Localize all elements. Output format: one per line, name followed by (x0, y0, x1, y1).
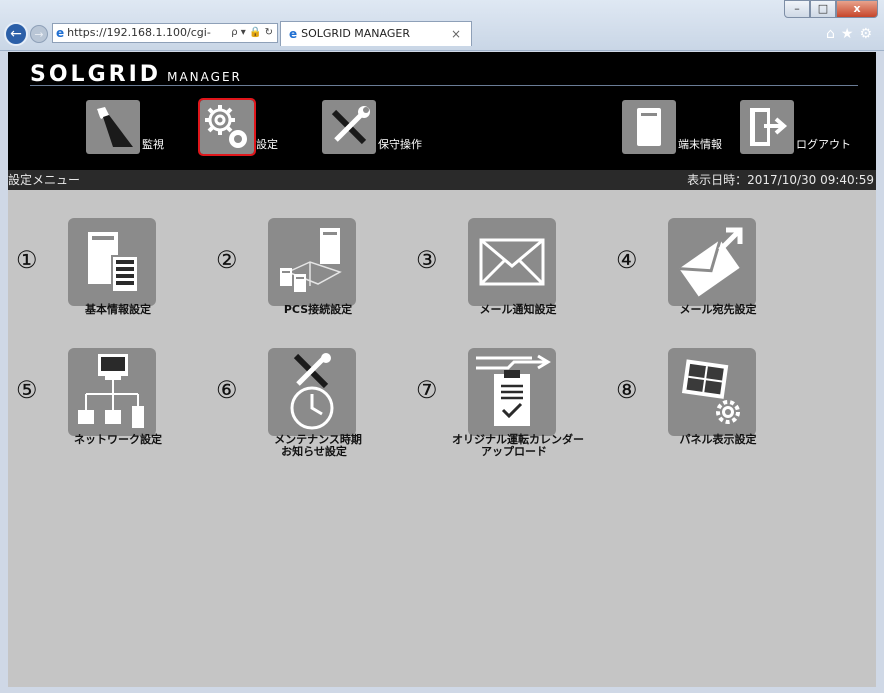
arrow-right-icon: → (34, 27, 44, 41)
logo-main: SOLGRID (30, 62, 162, 87)
tab-title: SOLGRID MANAGER (301, 27, 410, 40)
nav-terminal-info[interactable]: 端末情報 (622, 100, 722, 154)
nav-settings-label: 設定 (256, 138, 278, 151)
browser-home-favorites-tools-icons[interactable]: ⌂★⚙ (826, 26, 878, 42)
menu-label: PCS接続設定 (216, 304, 412, 316)
menu-label-line2: お知らせ設定 (281, 445, 347, 458)
menu-number: ⑥ (216, 376, 238, 404)
nav-settings[interactable]: 設定 (198, 98, 278, 156)
app-logo: SOLGRID MANAGER (30, 62, 242, 87)
menu-label: メンテナンス時期 お知らせ設定 (216, 434, 412, 458)
header-divider (30, 85, 858, 86)
menu-item-network[interactable]: ⑤ ネットワーク設定 (16, 348, 216, 458)
nav-logout-label: ログアウト (796, 138, 851, 151)
nav-monitor-label: 監視 (142, 138, 164, 151)
address-url[interactable]: https://192.168.1.100/cgi- (67, 24, 231, 42)
terminal-icon (622, 100, 676, 154)
pcs-connection-icon[interactable] (268, 218, 356, 306)
arrow-left-icon: ← (10, 26, 22, 42)
menu-label: ネットワーク設定 (16, 434, 212, 446)
menu-number: ③ (416, 246, 438, 274)
menu-item-mail-destination[interactable]: ④ メール宛先設定 (616, 218, 816, 328)
calendar-upload-icon[interactable] (468, 348, 556, 436)
nav-logout[interactable]: ログアウト (740, 100, 851, 154)
browser-chrome: ← → e https://192.168.1.100/cgi- ρ ▾ 🔒 ↻… (0, 0, 884, 51)
menu-label: メール宛先設定 (616, 304, 812, 316)
menu-item-calendar-upload[interactable]: ⑦ オリジナル運転カレンダー アップロード (416, 348, 616, 458)
logo-sub: MANAGER (167, 70, 242, 84)
menu-label-line2: アップロード (481, 445, 547, 458)
nav-maintenance[interactable]: 保守操作 (322, 100, 422, 154)
menu-item-basic-info[interactable]: ① 基本情報設定 (16, 218, 216, 328)
maintenance-clock-icon[interactable] (268, 348, 356, 436)
menu-label: メール通知設定 (416, 304, 612, 316)
nav-terminal-label: 端末情報 (678, 138, 722, 151)
menu-number: ⑦ (416, 376, 438, 404)
menu-label-line1: パネル表示設定 (679, 433, 757, 446)
gear-icon (198, 98, 256, 156)
menu-label: オリジナル運転カレンダー アップロード (416, 434, 612, 458)
send-mail-icon[interactable] (668, 218, 756, 306)
panel-gear-icon[interactable] (668, 348, 756, 436)
menu-label: 基本情報設定 (16, 304, 212, 316)
cabinet-list-icon[interactable] (68, 218, 156, 306)
ie-tab-icon: e (289, 27, 298, 41)
menu-label-line1: 基本情報設定 (85, 303, 151, 316)
nav-monitor[interactable]: 監視 (86, 100, 164, 154)
page-content: SOLGRID MANAGER 監視 設定 保守操作 端末情報 ログアウト 設定… (8, 52, 876, 687)
window-controls: – □ x (784, 0, 878, 18)
menu-label-line1: メール通知設定 (479, 303, 557, 316)
browser-tab[interactable]: e SOLGRID MANAGER × (280, 21, 472, 46)
menu-label-line1: PCS接続設定 (283, 303, 353, 316)
flashlight-icon (86, 100, 140, 154)
close-window-button[interactable]: x (836, 0, 878, 18)
logout-icon (740, 100, 794, 154)
back-button[interactable]: ← (4, 22, 28, 46)
menu-number: ① (16, 246, 38, 274)
menu-label-line1: ネットワーク設定 (74, 433, 162, 446)
menu-number: ⑤ (16, 376, 38, 404)
section-title: 設定メニュー (8, 173, 81, 187)
menu-label-line1: メール宛先設定 (679, 303, 757, 316)
menu-number: ⑧ (616, 376, 638, 404)
tab-close-button[interactable]: × (451, 22, 461, 46)
minimize-button[interactable]: – (784, 0, 810, 18)
menu-item-maintenance-notice[interactable]: ⑥ メンテナンス時期 お知らせ設定 (216, 348, 416, 458)
display-datetime: 表示日時：2017/10/30 09:40:59 (687, 173, 874, 187)
ie-icon: e (56, 26, 65, 40)
tools-icon (322, 100, 376, 154)
app-header: SOLGRID MANAGER 監視 設定 保守操作 端末情報 ログアウト (8, 52, 876, 170)
envelope-icon[interactable] (468, 218, 556, 306)
menu-number: ② (216, 246, 238, 274)
section-bar: 設定メニュー 表示日時：2017/10/30 09:40:59 (8, 170, 876, 190)
address-bar[interactable]: e https://192.168.1.100/cgi- ρ ▾ 🔒 ↻ (52, 23, 278, 43)
menu-item-panel-display[interactable]: ⑧ パネル表示設定 (616, 348, 816, 458)
forward-button[interactable]: → (30, 25, 48, 43)
menu-item-pcs-connection[interactable]: ② PCS接続設定 (216, 218, 416, 328)
address-tools[interactable]: ρ ▾ 🔒 ↻ (231, 24, 273, 42)
menu-label: パネル表示設定 (616, 434, 812, 446)
network-icon[interactable] (68, 348, 156, 436)
maximize-button[interactable]: □ (810, 0, 836, 18)
menu-number: ④ (616, 246, 638, 274)
nav-maintenance-label: 保守操作 (378, 138, 422, 151)
menu-item-mail-notification[interactable]: ③ メール通知設定 (416, 218, 616, 328)
